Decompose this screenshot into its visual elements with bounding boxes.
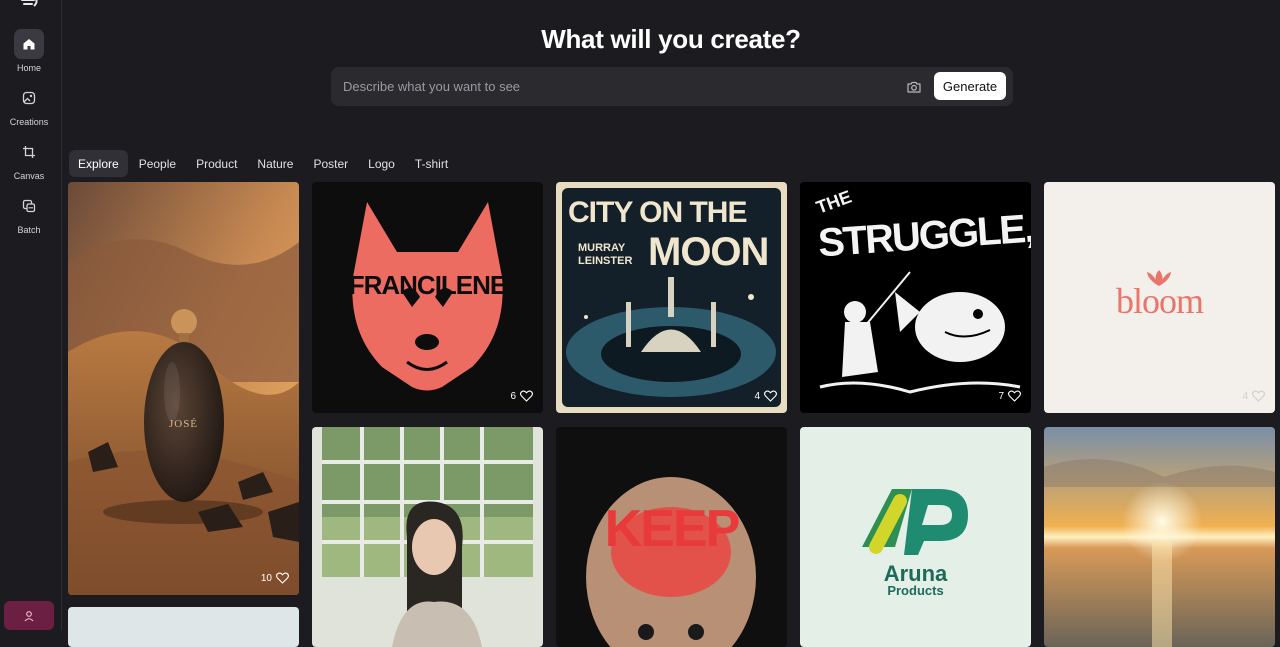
generate-button[interactable]: Generate — [934, 72, 1006, 100]
app-logo-icon[interactable] — [18, 0, 42, 10]
search-input[interactable] — [343, 67, 883, 106]
like-count: 10 — [260, 572, 272, 584]
gallery-card-aruna[interactable]: Aruna Products — [800, 427, 1031, 647]
moon-title-top: CITY ON THE — [568, 196, 747, 229]
like-counter[interactable]: 4 — [1242, 390, 1265, 402]
profile-button[interactable] — [4, 601, 54, 630]
home-icon — [14, 29, 44, 59]
sidebar-item-canvas[interactable]: Canvas — [0, 137, 58, 181]
page-title: What will you create? — [541, 24, 801, 54]
gallery-card-moon-poster[interactable]: CITY ON THE MURRAY LEINSTER MOON 4 — [556, 182, 787, 413]
tab-people[interactable]: People — [130, 150, 185, 177]
sidebar-item-batch[interactable]: Batch — [0, 191, 58, 235]
heart-icon — [1008, 390, 1021, 402]
bloom-text: bloom — [1115, 281, 1204, 321]
image-icon — [14, 83, 44, 113]
gallery-card-keep[interactable]: KEEP — [556, 427, 787, 647]
sidebar-item-creations[interactable]: Creations — [0, 83, 58, 127]
aruna-subtitle: Products — [887, 583, 944, 598]
like-count: 4 — [754, 390, 760, 402]
like-count: 4 — [1242, 390, 1248, 402]
like-counter[interactable]: 10 — [261, 572, 289, 584]
wolf-text: FRANCILENE — [348, 270, 508, 300]
aruna-logo-icon — [862, 489, 968, 555]
heart-icon — [764, 390, 777, 402]
author-line-2: LEINSTER — [578, 255, 633, 267]
crop-icon — [14, 137, 44, 167]
user-icon — [24, 610, 34, 621]
tab-explore[interactable]: Explore — [69, 150, 128, 177]
tab-product[interactable]: Product — [187, 150, 246, 177]
gallery-card-partial[interactable] — [68, 607, 299, 647]
sidebar-item-label: Home — [16, 63, 41, 73]
woman-image — [322, 427, 533, 647]
like-count: 7 — [998, 390, 1004, 402]
perfume-image — [68, 182, 299, 595]
gallery-card-struggle[interactable]: THE STRUGGLE, 7 — [800, 182, 1031, 413]
like-counter[interactable]: 7 — [998, 390, 1021, 402]
sidebar-item-label: Batch — [17, 225, 41, 235]
sunset-image — [1044, 427, 1275, 647]
sidebar-item-home[interactable]: Home — [0, 29, 58, 73]
perfume-label: JOSÉ — [168, 418, 199, 430]
like-count: 6 — [510, 390, 516, 402]
sidebar-item-label: Canvas — [13, 171, 45, 181]
like-counter[interactable]: 4 — [754, 390, 777, 402]
like-counter[interactable]: 6 — [510, 390, 533, 402]
gallery-card-wolf[interactable]: FRANCILENE 6 — [312, 182, 543, 413]
tab-tshirt[interactable]: T-shirt — [406, 150, 457, 177]
search-bar: Generate — [331, 67, 1013, 106]
camera-icon[interactable] — [906, 79, 922, 95]
sidebar: Home Creations Canvas Batch — [0, 0, 62, 630]
moon-author: MURRAY LEINSTER — [578, 242, 632, 268]
heart-icon — [520, 390, 533, 402]
gallery-card-perfume[interactable]: JOSÉ 10 — [68, 182, 299, 595]
tab-logo[interactable]: Logo — [359, 150, 404, 177]
sidebar-item-label: Creations — [9, 117, 49, 127]
heart-icon — [276, 572, 289, 584]
tab-poster[interactable]: Poster — [304, 150, 357, 177]
keep-text: KEEP — [604, 500, 741, 558]
gallery-card-sunset[interactable] — [1044, 427, 1275, 647]
moon-title-big: MOON — [648, 230, 769, 274]
category-tabs: Explore People Product Nature Poster Log… — [69, 150, 457, 177]
author-line-1: MURRAY — [578, 242, 626, 254]
gallery-card-woman[interactable] — [312, 427, 543, 647]
batch-icon — [14, 191, 44, 221]
heart-icon — [1252, 390, 1265, 402]
gallery-card-bloom[interactable]: bloom 4 — [1044, 182, 1275, 413]
tab-nature[interactable]: Nature — [248, 150, 302, 177]
